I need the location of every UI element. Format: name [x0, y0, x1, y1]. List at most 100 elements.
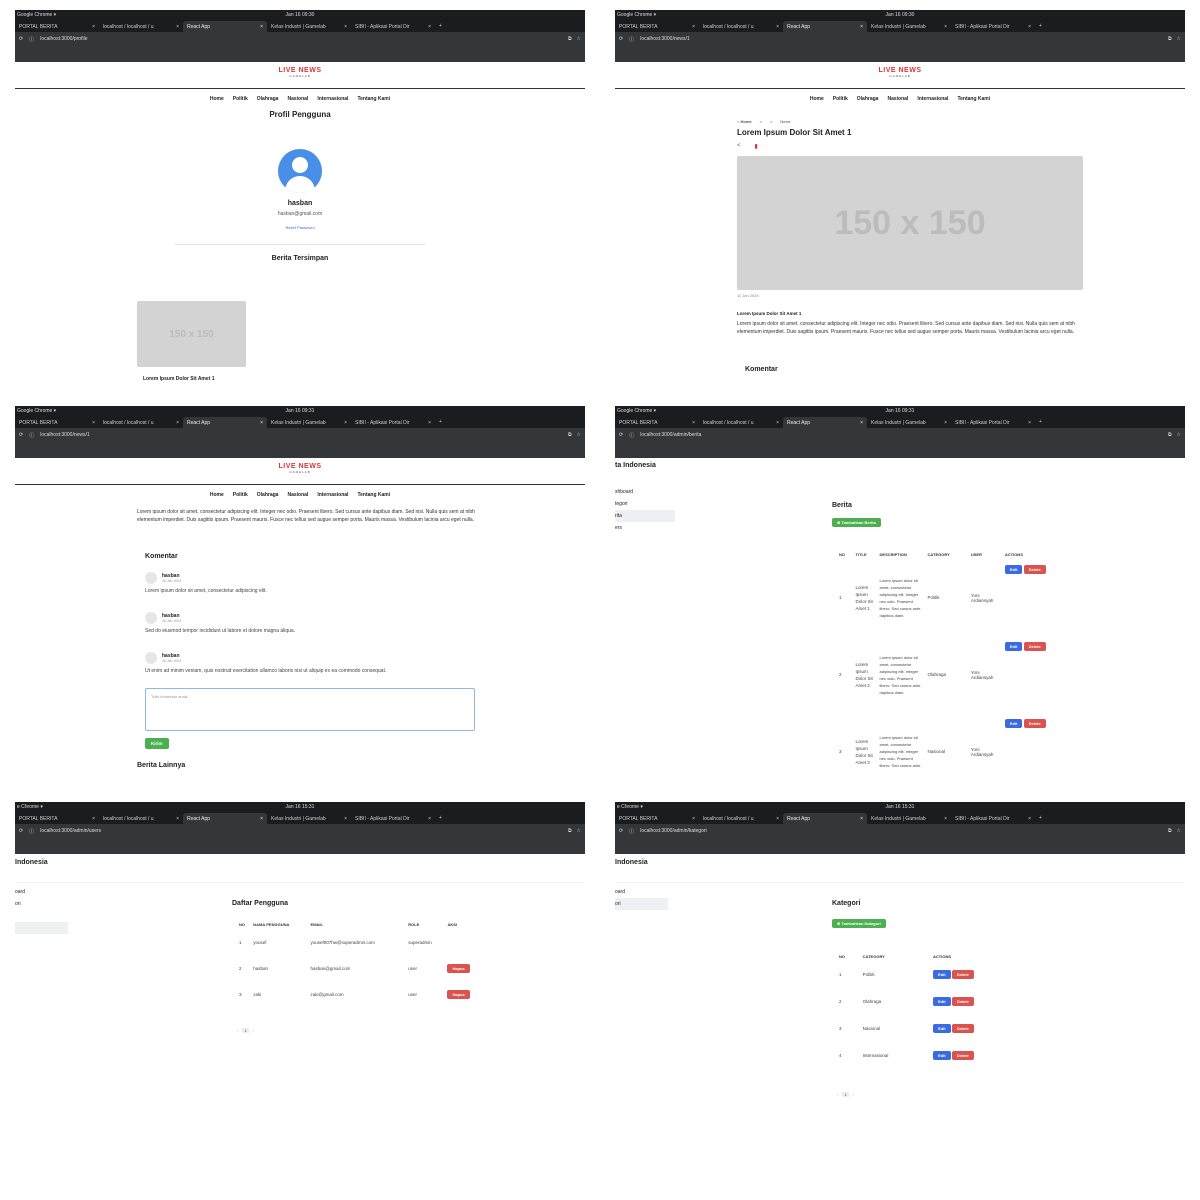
- star-icon[interactable]: ☆: [577, 36, 581, 42]
- tab-react-app[interactable]: React App ×: [183, 813, 267, 824]
- nav-item[interactable]: Politik: [833, 96, 848, 102]
- next-page-icon[interactable]: ›: [853, 1092, 854, 1097]
- delete-button[interactable]: Delete: [951, 997, 974, 1006]
- tab-sibii[interactable]: SIBII - Aplikasi Portal Dir ×: [351, 21, 435, 32]
- url-input[interactable]: localhost:3000/admin/users: [40, 828, 562, 834]
- tab-sibii[interactable]: SIBII - Aplikasi Portal Dir ×: [951, 417, 1035, 428]
- saved-news-item-title[interactable]: Lorem Ipsum Dolor Sit Amet 1: [143, 376, 215, 382]
- close-icon[interactable]: ×: [344, 816, 347, 822]
- nav-item[interactable]: Tentang Kami: [957, 96, 990, 102]
- page-number[interactable]: 1: [842, 1092, 849, 1097]
- tab-kelas-industri[interactable]: Kelas Industri | Gamelab ×: [267, 813, 351, 824]
- next-page-icon[interactable]: ›: [253, 1028, 254, 1033]
- tab-sibii[interactable]: SIBII - Aplikasi Portal Dir ×: [351, 813, 435, 824]
- sidebar-item-dashboard[interactable]: oard: [15, 886, 68, 898]
- close-icon[interactable]: ×: [344, 24, 347, 30]
- app-menu[interactable]: Google Chrome ▾: [617, 12, 656, 18]
- nav-item[interactable]: Nasional: [287, 492, 308, 498]
- tab-phpmyadmin[interactable]: localhost / localhost / u ×: [99, 813, 183, 824]
- new-tab-button[interactable]: +: [1035, 813, 1046, 824]
- site-info-icon[interactable]: ⓘ: [29, 432, 34, 439]
- new-tab-button[interactable]: +: [1035, 417, 1046, 428]
- close-icon[interactable]: ×: [692, 420, 695, 426]
- bookmark-icon[interactable]: ▮: [755, 143, 758, 150]
- sidebar-item-dashboard[interactable]: shboard: [615, 486, 675, 498]
- tab-kelas-industri[interactable]: Kelas Industri | Gamelab ×: [867, 21, 951, 32]
- share-icon[interactable]: ⧉: [1168, 828, 1172, 834]
- sidebar-item-berita[interactable]: rita: [615, 510, 675, 522]
- app-menu[interactable]: Google Chrome ▾: [17, 408, 56, 414]
- site-logo[interactable]: LIVE NEWS: [15, 67, 585, 74]
- tab-phpmyadmin[interactable]: localhost / localhost / u ×: [99, 21, 183, 32]
- nav-item[interactable]: Olahraga: [257, 492, 279, 498]
- nav-item[interactable]: Olahraga: [257, 96, 279, 102]
- tab-react-app[interactable]: React App ×: [183, 417, 267, 428]
- close-icon[interactable]: ×: [176, 420, 179, 426]
- edit-button[interactable]: Edit: [933, 997, 951, 1006]
- sidebar-item-kategori[interactable]: tegori: [615, 498, 675, 510]
- close-icon[interactable]: ×: [428, 420, 431, 426]
- sidebar-item-kategori[interactable]: ori: [615, 898, 668, 910]
- nav-item[interactable]: Home: [210, 492, 224, 498]
- delete-button[interactable]: Delete: [951, 1024, 974, 1033]
- nav-item[interactable]: Internasional: [917, 96, 948, 102]
- close-icon[interactable]: ×: [344, 420, 347, 426]
- tab-phpmyadmin[interactable]: localhost / localhost / u ×: [699, 417, 783, 428]
- close-icon[interactable]: ×: [860, 816, 863, 822]
- nav-item[interactable]: Home: [210, 96, 224, 102]
- url-input[interactable]: localhost:3000/news/1: [640, 36, 1162, 42]
- new-tab-button[interactable]: +: [435, 813, 446, 824]
- site-info-icon[interactable]: ⓘ: [629, 432, 634, 439]
- share-icon[interactable]: ⧉: [1168, 432, 1172, 438]
- reload-icon[interactable]: ⟳: [19, 828, 23, 834]
- site-info-icon[interactable]: ⓘ: [29, 36, 34, 43]
- tab-sibii[interactable]: SIBII - Aplikasi Portal Dir ×: [351, 417, 435, 428]
- site-info-icon[interactable]: ⓘ: [629, 36, 634, 43]
- tab-portal[interactable]: PORTAL BERITA ×: [15, 21, 99, 32]
- sidebar-item-users[interactable]: ers: [615, 522, 675, 534]
- tab-kelas-industri[interactable]: Kelas Industri | Gamelab ×: [267, 417, 351, 428]
- reload-icon[interactable]: ⟳: [619, 828, 623, 834]
- nav-item[interactable]: Nasional: [887, 96, 908, 102]
- url-input[interactable]: localhost:3000/admin/kategori: [640, 828, 1162, 834]
- delete-button[interactable]: Delete: [1023, 642, 1046, 651]
- tab-kelas-industri[interactable]: Kelas Industri | Gamelab ×: [867, 417, 951, 428]
- close-icon[interactable]: ×: [776, 24, 779, 30]
- tab-phpmyadmin[interactable]: localhost / localhost / u ×: [99, 417, 183, 428]
- share-icon[interactable]: <: [737, 143, 741, 150]
- edit-button[interactable]: Edit: [1004, 642, 1023, 651]
- add-kategori-button[interactable]: ⊕ Tambahkan Kategori: [832, 919, 886, 928]
- close-icon[interactable]: ×: [944, 24, 947, 30]
- share-icon[interactable]: ⧉: [1168, 36, 1172, 42]
- edit-button[interactable]: Edit: [933, 970, 951, 979]
- share-icon[interactable]: ⧉: [568, 432, 572, 438]
- site-logo[interactable]: LIVE NEWS: [15, 463, 585, 470]
- tab-portal[interactable]: PORTAL BERITA ×: [15, 813, 99, 824]
- close-icon[interactable]: ×: [260, 420, 263, 426]
- delete-button[interactable]: Delete: [951, 970, 974, 979]
- delete-button[interactable]: Delete: [1023, 719, 1046, 728]
- nav-item[interactable]: Politik: [233, 96, 248, 102]
- tab-react-app[interactable]: React App ×: [183, 21, 267, 32]
- sidebar-item-dashboard[interactable]: oard: [615, 886, 668, 898]
- tab-react-app[interactable]: React App ×: [783, 813, 867, 824]
- close-icon[interactable]: ×: [692, 816, 695, 822]
- reload-icon[interactable]: ⟳: [19, 36, 23, 42]
- new-tab-button[interactable]: +: [435, 417, 446, 428]
- prev-page-icon[interactable]: ‹: [237, 1028, 238, 1033]
- tab-phpmyadmin[interactable]: localhost / localhost / u ×: [699, 21, 783, 32]
- tab-portal[interactable]: PORTAL BERITA ×: [615, 813, 699, 824]
- sidebar-item-users[interactable]: [15, 922, 68, 934]
- close-icon[interactable]: ×: [176, 816, 179, 822]
- close-icon[interactable]: ×: [944, 420, 947, 426]
- tab-sibii[interactable]: SIBII - Aplikasi Portal Dir ×: [951, 21, 1035, 32]
- close-icon[interactable]: ×: [176, 24, 179, 30]
- url-input[interactable]: localhost:3000/news/1: [40, 432, 562, 438]
- tab-kelas-industri[interactable]: Kelas Industri | Gamelab ×: [267, 21, 351, 32]
- prev-page-icon[interactable]: ‹: [837, 1092, 838, 1097]
- edit-button[interactable]: Edit: [1004, 719, 1023, 728]
- tab-portal[interactable]: PORTAL BERITA ×: [615, 417, 699, 428]
- app-menu[interactable]: e Chrome ▾: [17, 804, 43, 810]
- send-comment-button[interactable]: Kirim: [145, 738, 169, 749]
- tab-portal[interactable]: PORTAL BERITA ×: [15, 417, 99, 428]
